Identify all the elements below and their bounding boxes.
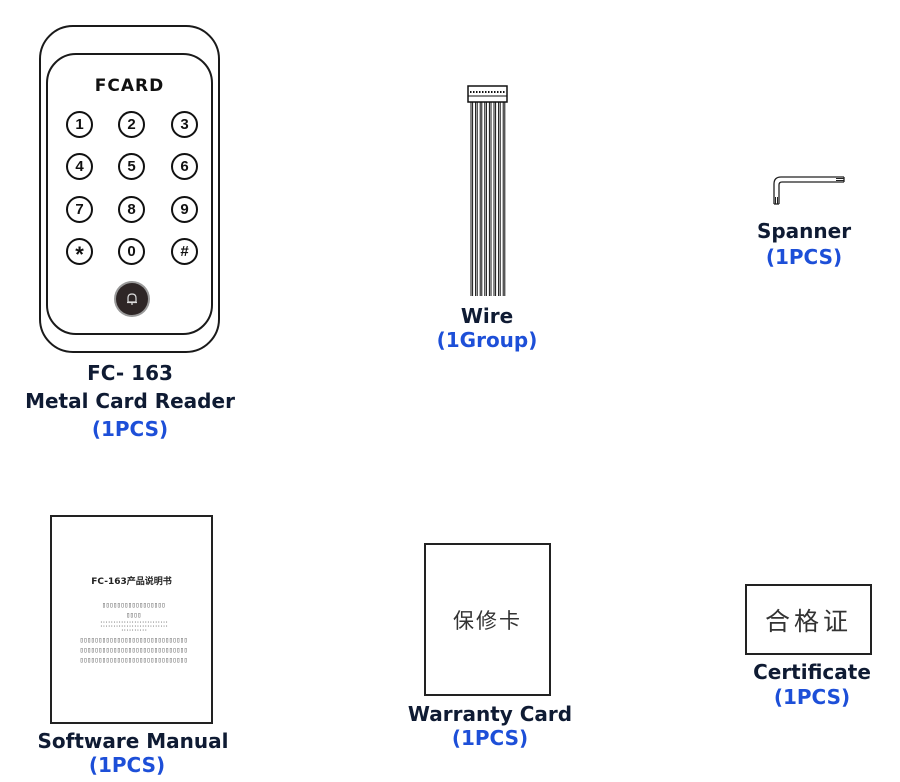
connector-pin	[497, 91, 499, 93]
connector-pin	[473, 91, 475, 93]
spanner-icon	[773, 176, 845, 205]
keypad-key: *	[66, 238, 93, 267]
connector-pin	[485, 91, 487, 93]
connector-pin	[494, 91, 496, 93]
wire-qty: (1Group)	[436, 328, 538, 352]
card-reader-name: Metal Card Reader	[25, 389, 235, 413]
keypad-key: 3	[171, 111, 198, 138]
manual-name: Software Manual	[37, 729, 229, 753]
warranty-card-qty: (1PCS)	[451, 726, 529, 750]
connector-pin	[503, 91, 505, 93]
certificate-cover: 合格证	[745, 584, 872, 655]
card-reader-brand: FCARD	[94, 76, 165, 96]
wire-bundle	[467, 85, 508, 296]
keypad-key: 5	[118, 153, 145, 180]
manual-text-line: ▯▯▯▯▯▯▯▯▯▯▯▯▯▯▯▯▯	[101, 601, 166, 609]
connector-pin	[488, 91, 490, 93]
connector-pin	[491, 91, 493, 93]
connector-pin	[479, 91, 481, 93]
keypad-key: 1	[66, 111, 93, 138]
wire-name: Wire	[460, 304, 514, 328]
keypad-key: 4	[66, 153, 93, 180]
keypad-key: 9	[171, 196, 198, 223]
manual-text-line: ▯▯▯▯▯▯▯▯▯▯▯▯▯▯▯▯▯▯▯▯▯▯▯▯▯▯▯▯▯	[79, 646, 188, 654]
manual-text-line: ▯▯▯▯▯▯▯▯▯▯▯▯▯▯▯▯▯▯▯▯▯▯▯▯▯▯▯▯▯	[79, 656, 188, 664]
keypad-key: 0	[118, 238, 145, 265]
keypad-key: 8	[118, 196, 145, 223]
card-reader-model: FC- 163	[87, 361, 173, 385]
certificate-name: Certificate	[753, 660, 871, 684]
connector-pin	[470, 91, 472, 93]
spanner-name: Spanner	[756, 219, 852, 243]
manual-cover-title: FC-163产品说明书	[91, 577, 172, 587]
wire-connector	[467, 85, 508, 103]
warranty-card-cover: 保修卡	[424, 543, 551, 696]
connector-pin	[482, 91, 484, 93]
spanner-qty: (1PCS)	[765, 245, 843, 269]
keypad-key: 6	[171, 153, 198, 180]
connector-pin	[500, 91, 502, 93]
warranty-card-cover-text: 保修卡	[453, 608, 522, 633]
card-reader-qty: (1PCS)	[91, 417, 169, 441]
manual-cover: ▯▯▯▯▯▯▯▯▯▯▯▯▯▯▯▯▯ ▯▯▯▯ ·················…	[50, 515, 213, 724]
manual-qty: (1PCS)	[88, 753, 166, 777]
manual-dots: ··········	[120, 627, 147, 634]
keypad-key: #	[171, 238, 198, 265]
bell-icon	[127, 293, 137, 305]
certificate-qty: (1PCS)	[773, 685, 851, 709]
warranty-card-name: Warranty Card	[407, 702, 573, 726]
manual-text-line: ▯▯▯▯▯▯▯▯▯▯▯▯▯▯▯▯▯▯▯▯▯▯▯▯▯▯▯▯▯	[79, 636, 188, 644]
certificate-cover-text: 合格证	[764, 606, 852, 636]
bell-button	[116, 283, 148, 315]
connector-pin	[476, 91, 478, 93]
keypad-key: 7	[66, 196, 93, 223]
keypad-key: 2	[118, 111, 145, 138]
manual-text-line: ▯▯▯▯	[126, 611, 141, 619]
